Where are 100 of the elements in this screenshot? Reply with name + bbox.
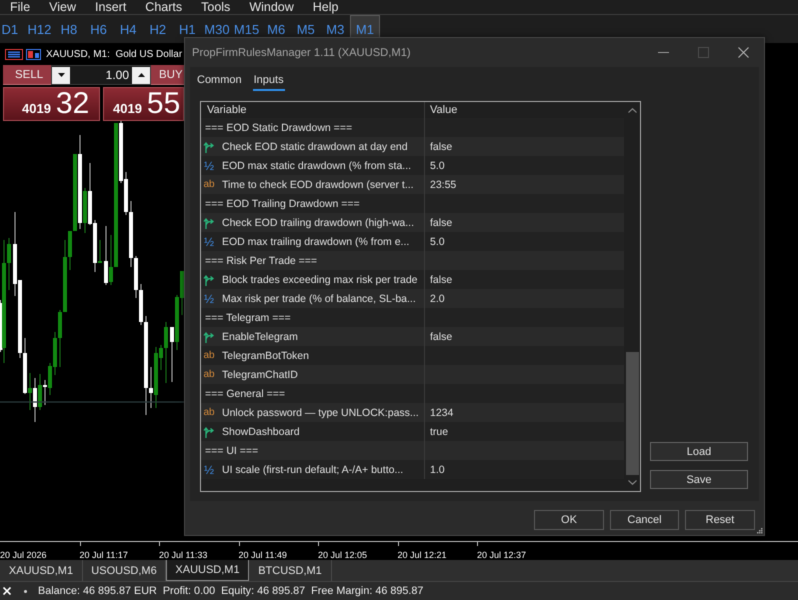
value-text[interactable]: 5.0 — [430, 236, 445, 248]
time-label: 20 Jul 12:05 — [318, 550, 368, 560]
dialog-button[interactable]: Cancel — [610, 510, 679, 530]
lot-value: 1.00 — [104, 68, 130, 82]
value-text[interactable]: 2.0 — [430, 292, 445, 304]
timeframe-button[interactable]: D1 — [0, 15, 25, 43]
dialog-button[interactable]: Reset — [685, 510, 755, 530]
resize-grip-icon[interactable] — [757, 528, 763, 534]
status-text: Free Margin: 46 895.87 — [311, 585, 424, 597]
variable-name: TelegramBotToken — [222, 350, 309, 362]
fraction-icon: ½ — [203, 160, 215, 172]
lot-decrease-button[interactable] — [52, 66, 70, 84]
timeframe-button[interactable]: M6 — [261, 15, 291, 43]
chevron-down-icon[interactable] — [628, 480, 636, 485]
value-text[interactable]: false — [430, 330, 452, 342]
section-heading: === Risk Per Trade === — [205, 254, 318, 266]
menu-item[interactable]: Tools — [201, 0, 230, 14]
text-type-icon: ab — [203, 368, 215, 380]
menu-item[interactable]: View — [49, 0, 76, 14]
time-label: 20 Jul 12:21 — [398, 550, 447, 560]
status-text: Balance: 46 895.87 EUR — [38, 585, 157, 597]
side-button[interactable]: Save — [650, 470, 748, 489]
time-label: 20 Jul 2026 — [0, 550, 47, 560]
branch-arrow-icon — [203, 426, 215, 438]
close-icon — [738, 47, 748, 58]
value-text[interactable]: 23:55 — [430, 178, 456, 190]
timeframe-button[interactable]: H1 — [172, 15, 202, 43]
price-digits: 32 — [56, 88, 90, 120]
timeframe-button[interactable]: H8 — [54, 15, 84, 43]
timeframe-button[interactable]: H4 — [113, 15, 143, 43]
fraction-icon: ½ — [203, 464, 215, 476]
menu-item[interactable]: Charts — [145, 0, 182, 14]
variable-name: TelegramChatID — [222, 368, 298, 380]
status-text: Equity: 46 895.87 — [221, 585, 306, 597]
minimize-icon — [658, 52, 668, 53]
fraction-icon: ½ — [203, 292, 215, 304]
bid-price-box[interactable]: 4019 32 — [3, 87, 100, 121]
menu-item[interactable]: Window — [249, 0, 294, 14]
time-label: 20 Jul 11:17 — [80, 550, 128, 560]
chevron-up-icon[interactable] — [628, 108, 636, 113]
section-heading: === General === — [205, 388, 285, 400]
list-icon[interactable] — [5, 49, 23, 60]
sell-button[interactable]: SELL — [3, 65, 51, 85]
timeframe-button[interactable]: M3 — [320, 15, 350, 43]
branch-arrow-icon — [203, 274, 215, 286]
section-heading: === Telegram === — [205, 312, 291, 324]
value-text[interactable]: 5.0 — [430, 160, 445, 172]
scrollbar-thumb[interactable] — [626, 352, 638, 475]
variable-name: Check EOD static drawdown at day end — [222, 140, 408, 152]
branch-arrow-icon — [203, 216, 215, 228]
chart-tab[interactable]: XAUUSD,M1 — [166, 560, 249, 581]
variable-name: EnableTelegram — [222, 330, 298, 342]
lot-increase-button[interactable] — [132, 66, 150, 84]
value-text[interactable]: 1234 — [430, 406, 454, 418]
dialog-tab[interactable]: Common — [196, 67, 243, 91]
lot-field[interactable]: 1.00 — [51, 65, 151, 85]
section-heading: === EOD Trailing Drawdown === — [205, 198, 360, 210]
caret-up-icon — [138, 73, 144, 77]
status-text: Profit: 0.00 — [162, 585, 216, 597]
time-label: 20 Jul 11:33 — [159, 550, 208, 560]
dot-icon — [24, 590, 27, 592]
time-label: 20 Jul 12:37 — [477, 550, 526, 560]
variable-name: EOD max static drawdown (% from sta... — [222, 160, 412, 172]
value-text[interactable]: false — [430, 274, 452, 286]
price-prefix: 4019 — [113, 100, 142, 118]
value-text[interactable]: false — [430, 140, 452, 152]
timeframe-button[interactable]: H6 — [84, 15, 114, 43]
menu-item[interactable]: Insert — [95, 0, 126, 14]
menu-item[interactable]: Help — [312, 0, 338, 14]
chart-title: XAUUSD, M1: Gold US Dollar — [46, 49, 182, 60]
timeframe-button[interactable]: H2 — [142, 15, 173, 43]
window-title: PropFirmRulesManager 1.11 (XAUUSD,M1) — [192, 46, 411, 58]
column-header[interactable]: Variable — [207, 104, 247, 116]
menu-item[interactable]: File — [10, 0, 30, 14]
section-heading: === EOD Static Drawdown === — [205, 122, 352, 134]
variable-name: EOD max trailing drawdown (% from e... — [222, 236, 410, 248]
text-type-icon: ab — [203, 406, 215, 418]
side-button[interactable]: Load — [650, 442, 748, 461]
value-text[interactable]: false — [430, 216, 452, 228]
timeframe-button[interactable]: M5 — [290, 15, 321, 43]
variable-name: Check EOD trailing drawdown (high-wa... — [222, 216, 414, 228]
ask-price-box[interactable]: 4019 55 — [103, 87, 184, 121]
section-heading: === UI === — [205, 444, 258, 456]
value-text[interactable]: 1.0 — [430, 464, 445, 476]
variable-name: Block trades exceeding max risk per trade — [222, 274, 418, 286]
text-type-icon: ab — [203, 350, 215, 362]
close-icon[interactable] — [3, 587, 11, 595]
buy-button[interactable]: BUY — [151, 65, 184, 85]
value-text[interactable]: true — [430, 426, 448, 438]
maximize-icon — [698, 47, 708, 58]
column-header[interactable]: Value — [430, 104, 458, 116]
window-icon[interactable] — [26, 49, 41, 60]
timeframe-button[interactable]: M30 — [202, 15, 232, 43]
branch-arrow-icon — [203, 330, 215, 342]
price-prefix: 4019 — [22, 100, 51, 118]
timeframe-button[interactable]: M15 — [232, 15, 262, 43]
branch-arrow-icon — [203, 140, 215, 152]
dialog-button[interactable]: OK — [534, 510, 604, 530]
timeframe-button[interactable]: H12 — [24, 15, 54, 43]
dialog-tab[interactable]: Inputs — [252, 67, 285, 91]
